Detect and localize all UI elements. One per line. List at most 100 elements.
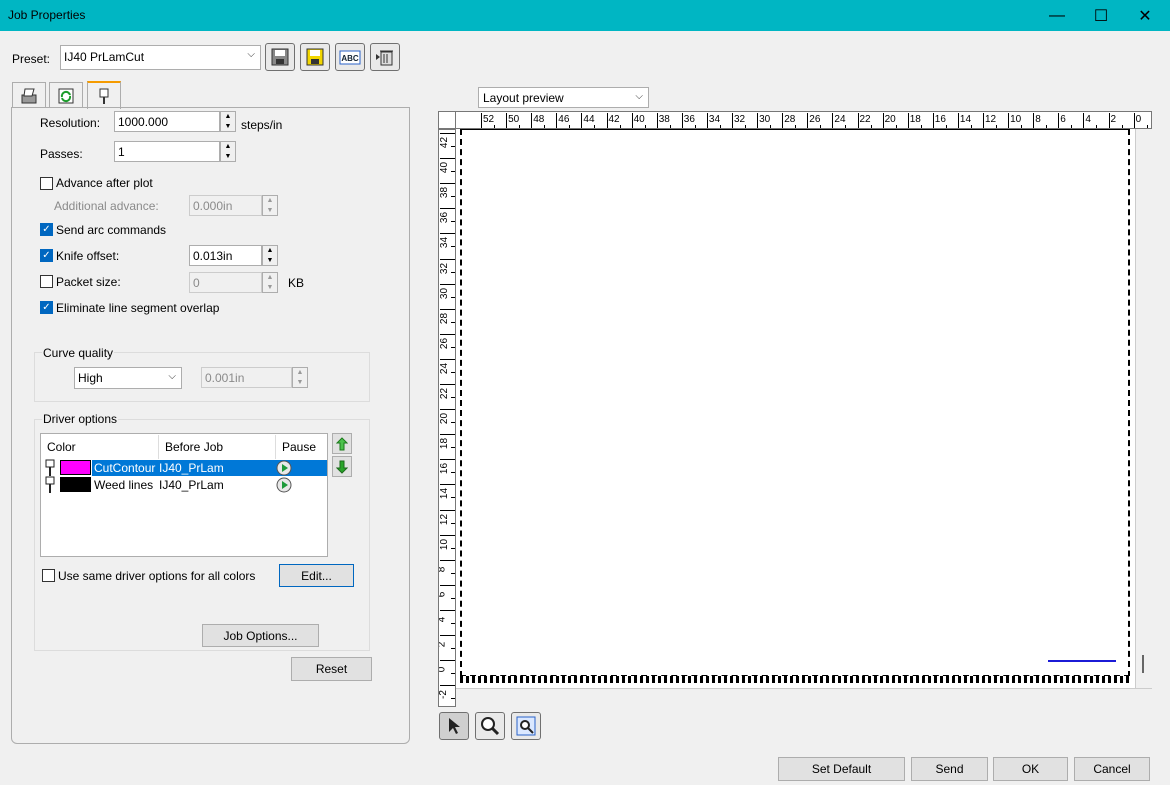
horizontal-ruler: 52 50 48 46 44 42 40 38 36 34 32 30 28 26 24 22 20 18 16 14… <box>455 111 1152 129</box>
vertical-scrollbar[interactable] <box>1135 129 1152 689</box>
ok-button[interactable]: OK <box>993 757 1068 781</box>
passes-label: Passes: <box>40 147 83 161</box>
ruler-tick <box>440 258 455 260</box>
curve-tolerance-input: 0.001in <box>201 367 292 388</box>
ruler-tick <box>932 113 934 128</box>
ruler-tick <box>440 509 455 511</box>
ruler-label: 50 <box>508 114 520 125</box>
column-divider <box>275 435 276 459</box>
knife-offset-spinner[interactable]: ▲ ▼ <box>262 245 278 266</box>
play-icon[interactable] <box>276 460 292 476</box>
ruler-tick <box>440 384 455 385</box>
arc-checkbox[interactable]: ✓ <box>40 223 53 236</box>
zoom-page-icon <box>516 716 536 736</box>
ruler-label: 38 <box>439 187 451 199</box>
ruler-label: 18 <box>439 438 451 450</box>
ruler-tick <box>832 113 834 128</box>
preset-select[interactable]: IJ40 PrLamCut ⌵ <box>60 45 261 70</box>
ruler-label: 8 <box>1035 114 1041 125</box>
row-name-weed-lines[interactable]: Weed lines <box>94 478 153 492</box>
ruler-label: 6 <box>1060 114 1066 125</box>
same-driver-options-checkbox[interactable] <box>42 569 55 582</box>
zoom-tool-button[interactable] <box>475 712 505 740</box>
ruler-tick <box>440 459 455 461</box>
ruler-tick <box>440 635 455 636</box>
packet-size-unit: KB <box>288 276 305 290</box>
save-preset-button[interactable] <box>265 43 295 71</box>
advance-checkbox[interactable] <box>40 177 53 190</box>
ruler-label: 30 <box>759 114 771 125</box>
eliminate-overlap-checkbox[interactable]: ✓ <box>40 301 53 314</box>
column-header-pause[interactable]: Pause <box>282 440 316 454</box>
printer-icon <box>21 88 37 103</box>
column-header-before-job[interactable]: Before Job <box>165 440 223 454</box>
row-before-job-cutcontour: IJ40_PrLam <box>159 461 224 475</box>
ruler-tick <box>556 113 558 128</box>
ruler-tick <box>440 534 455 536</box>
passes-input[interactable]: 1 <box>114 141 220 162</box>
job-options-button[interactable]: Job Options... <box>202 624 319 647</box>
resolution-spinner[interactable]: ▲ ▼ <box>220 111 236 132</box>
curve-quality-value: High <box>78 371 103 385</box>
save-as-preset-button[interactable] <box>300 43 330 71</box>
ruler-minor-tick <box>451 673 455 675</box>
ruler-minor-tick <box>451 171 455 173</box>
ruler-label: 32 <box>439 262 451 274</box>
send-button[interactable]: Send <box>911 757 988 781</box>
ruler-tick <box>1083 113 1085 128</box>
ruler-label: 36 <box>683 114 695 125</box>
pointer-tool-button[interactable] <box>439 712 469 740</box>
ruler-tick <box>1133 113 1135 128</box>
ruler-minor-tick <box>451 622 455 624</box>
column-header-color[interactable]: Color <box>47 440 76 454</box>
tab-cutter[interactable] <box>87 81 121 109</box>
ruler-minor-tick <box>451 296 455 298</box>
play-icon[interactable] <box>276 477 292 493</box>
knife-offset-checkbox[interactable]: ✓ <box>40 249 53 262</box>
arrow-up-icon <box>336 436 348 450</box>
edit-button[interactable]: Edit... <box>279 564 354 587</box>
scrollbar-thumb[interactable] <box>1142 655 1144 673</box>
ruler-label: 22 <box>859 114 871 125</box>
maximize-button[interactable]: ☐ <box>1078 0 1124 31</box>
preset-value: IJ40 PrLamCut <box>64 50 145 64</box>
preview-mode-select[interactable]: Layout preview ⌵ <box>478 87 649 108</box>
media-area <box>460 129 1130 677</box>
ruler-label: 32 <box>734 114 746 125</box>
ruler-label: 8 <box>439 566 447 572</box>
ruler-tick <box>732 113 733 128</box>
ruler-tick <box>440 233 455 235</box>
reset-button[interactable]: Reset <box>291 657 372 681</box>
pointer-arrow-icon <box>449 718 460 734</box>
tab-media[interactable] <box>49 82 83 108</box>
ruler-label: 42 <box>608 114 620 125</box>
horizontal-scrollbar[interactable] <box>456 688 1152 707</box>
ruler-label: 34 <box>708 114 721 125</box>
ruler-tick <box>440 685 455 687</box>
ruler-label: 20 <box>884 114 896 125</box>
passes-spinner[interactable]: ▲ ▼ <box>220 141 236 162</box>
resolution-input[interactable]: 1000.000 <box>114 111 220 132</box>
resolution-label: Resolution: <box>40 116 101 130</box>
ruler-tick <box>581 113 583 128</box>
ruler-label: 30 <box>439 287 451 299</box>
ruler-label: 16 <box>439 463 451 475</box>
packet-size-label: Packet size: <box>56 275 121 289</box>
additional-advance-label: Additional advance: <box>54 199 159 213</box>
ruler-tick <box>807 113 809 128</box>
cancel-button[interactable]: Cancel <box>1074 757 1150 781</box>
move-up-button[interactable] <box>332 433 352 454</box>
ruler-label: 6 <box>439 592 447 598</box>
zoom-fit-button[interactable] <box>511 712 541 740</box>
ruler-tick <box>606 113 608 128</box>
minimize-button[interactable]: — <box>1034 0 1080 31</box>
tab-printer[interactable] <box>12 82 46 108</box>
knife-offset-input[interactable]: 0.013in <box>189 245 262 266</box>
move-down-button[interactable] <box>332 456 352 477</box>
rename-preset-button[interactable]: ABC <box>335 43 365 71</box>
curve-quality-select[interactable]: High ⌵ <box>74 367 182 389</box>
delete-preset-button[interactable] <box>370 43 400 71</box>
close-button[interactable]: ✕ <box>1122 0 1168 31</box>
set-default-button[interactable]: Set Default <box>778 757 905 781</box>
packet-size-checkbox[interactable] <box>40 275 53 288</box>
